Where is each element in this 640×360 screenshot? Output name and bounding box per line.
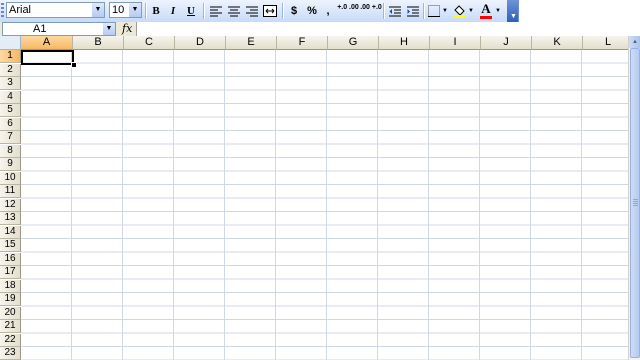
- row-header-11[interactable]: 11: [0, 185, 21, 198]
- font-name-value: Arial: [9, 4, 32, 16]
- chevron-down-icon: ▼: [510, 13, 517, 20]
- toolbar-band: Arial ▼ 10 ▼ B I U $ % , +.0 .00 .00 +.0: [0, 0, 519, 22]
- cell-area[interactable]: [21, 50, 628, 360]
- insert-function-button[interactable]: fx: [122, 22, 132, 36]
- column-header-b[interactable]: B: [73, 36, 124, 50]
- align-left-button[interactable]: [208, 2, 224, 20]
- column-header-a[interactable]: A: [21, 36, 73, 50]
- chevron-down-icon[interactable]: ▼: [92, 3, 104, 17]
- row-header-10[interactable]: 10: [0, 171, 21, 185]
- grip-icon: [633, 199, 638, 207]
- chevron-down-icon[interactable]: ▼: [129, 3, 141, 17]
- fill-handle[interactable]: [71, 62, 77, 68]
- paint-bucket-icon: [453, 5, 465, 18]
- row-header-7[interactable]: 7: [0, 131, 21, 144]
- vertical-scrollbar[interactable]: ▲: [628, 36, 640, 360]
- row-header-21[interactable]: 21: [0, 320, 21, 333]
- toolbar-divider: [383, 3, 385, 19]
- column-header-d[interactable]: D: [175, 36, 226, 50]
- comma-style-button[interactable]: ,: [323, 2, 333, 20]
- scrollbar-thumb[interactable]: [630, 48, 640, 358]
- row-header-16[interactable]: 16: [0, 252, 21, 266]
- row-header-2[interactable]: 2: [0, 63, 21, 77]
- increase-indent-icon: [407, 6, 419, 17]
- increase-indent-button[interactable]: [405, 2, 421, 20]
- formula-bar: A1 ▼ fx: [0, 22, 640, 36]
- decrease-indent-icon: [389, 6, 401, 17]
- column-header-e[interactable]: E: [226, 36, 277, 50]
- scroll-up-arrow-icon[interactable]: ▲: [629, 36, 640, 48]
- bold-button[interactable]: B: [149, 2, 163, 20]
- toolbar-divider: [203, 3, 205, 19]
- column-header-g[interactable]: G: [328, 36, 379, 50]
- column-header-i[interactable]: I: [430, 36, 481, 50]
- toolbar-grip[interactable]: [1, 3, 4, 19]
- fill-color-swatch: [453, 15, 465, 18]
- font-color-swatch: [480, 16, 492, 19]
- row-header-20[interactable]: 20: [0, 306, 21, 320]
- borders-button[interactable]: [427, 2, 441, 20]
- decrease-indent-button[interactable]: [387, 2, 403, 20]
- row-header-9[interactable]: 9: [0, 158, 21, 171]
- align-center-button[interactable]: [226, 2, 242, 20]
- row-header-6[interactable]: 6: [0, 117, 21, 131]
- column-header-h[interactable]: H: [379, 36, 430, 50]
- row-header-18[interactable]: 18: [0, 279, 21, 293]
- merge-center-icon: [263, 5, 277, 17]
- borders-icon: [428, 5, 440, 17]
- row-header-17[interactable]: 17: [0, 266, 21, 279]
- font-color-button[interactable]: A: [478, 2, 494, 20]
- formatting-toolbar: Arial ▼ 10 ▼ B I U $ % , +.0 .00 .00 +.0: [0, 0, 640, 23]
- select-all-button[interactable]: [0, 36, 21, 50]
- merge-center-button[interactable]: [262, 2, 278, 20]
- chevron-down-icon[interactable]: ▼: [467, 2, 475, 20]
- toolbar-empty-area: [519, 0, 640, 22]
- row-header-4[interactable]: 4: [0, 90, 21, 104]
- row-header-23[interactable]: 23: [0, 347, 21, 360]
- align-right-button[interactable]: [244, 2, 260, 20]
- row-header-19[interactable]: 19: [0, 293, 21, 306]
- toolbar-options-button[interactable]: ▼: [507, 0, 518, 22]
- italic-button[interactable]: I: [166, 2, 180, 20]
- row-header-1[interactable]: 1: [0, 50, 21, 63]
- chevron-down-icon[interactable]: ▼: [441, 2, 449, 20]
- column-header-l[interactable]: L: [583, 36, 628, 50]
- row-header-22[interactable]: 22: [0, 333, 21, 347]
- chevron-down-icon[interactable]: ▼: [494, 2, 502, 20]
- row-header-12[interactable]: 12: [0, 198, 21, 212]
- name-box[interactable]: A1 ▼: [2, 22, 116, 36]
- column-header-k[interactable]: K: [532, 36, 583, 50]
- name-box-value: A1: [33, 23, 47, 35]
- font-color-letter: A: [481, 1, 491, 16]
- toolbar-divider: [423, 3, 425, 19]
- row-header-5[interactable]: 5: [0, 104, 21, 117]
- column-header-c[interactable]: C: [124, 36, 175, 50]
- font-size-value: 10: [112, 4, 125, 16]
- underline-button[interactable]: U: [184, 2, 198, 20]
- decrease-decimal-button[interactable]: .00 +.0: [360, 2, 382, 22]
- row-header-15[interactable]: 15: [0, 239, 21, 252]
- align-right-icon: [246, 6, 258, 17]
- column-header-j[interactable]: J: [481, 36, 532, 50]
- align-center-icon: [228, 6, 240, 17]
- row-header-14[interactable]: 14: [0, 225, 21, 239]
- increase-decimal-button[interactable]: +.0 .00: [337, 2, 359, 22]
- active-cell-A1[interactable]: [21, 50, 74, 65]
- chevron-down-icon[interactable]: ▼: [103, 23, 115, 35]
- formula-input[interactable]: [136, 22, 640, 36]
- column-header-f[interactable]: F: [277, 36, 328, 50]
- currency-button[interactable]: $: [287, 2, 301, 20]
- row-header-3[interactable]: 3: [0, 77, 21, 90]
- align-left-icon: [210, 6, 222, 17]
- fill-color-button[interactable]: [451, 2, 467, 20]
- percent-button[interactable]: %: [304, 2, 320, 20]
- toolbar-divider: [145, 3, 147, 19]
- worksheet-grid[interactable]: ABCDEFGHIJKL 1 2 3 4 5 6 7 8 9 10 11 12 13 14 15 16 17 18…: [0, 36, 628, 360]
- font-name-select[interactable]: Arial ▼: [6, 2, 105, 18]
- font-size-select[interactable]: 10 ▼: [109, 2, 142, 18]
- toolbar-divider: [282, 3, 284, 19]
- row-header-13[interactable]: 13: [0, 212, 21, 225]
- row-header-8[interactable]: 8: [0, 144, 21, 158]
